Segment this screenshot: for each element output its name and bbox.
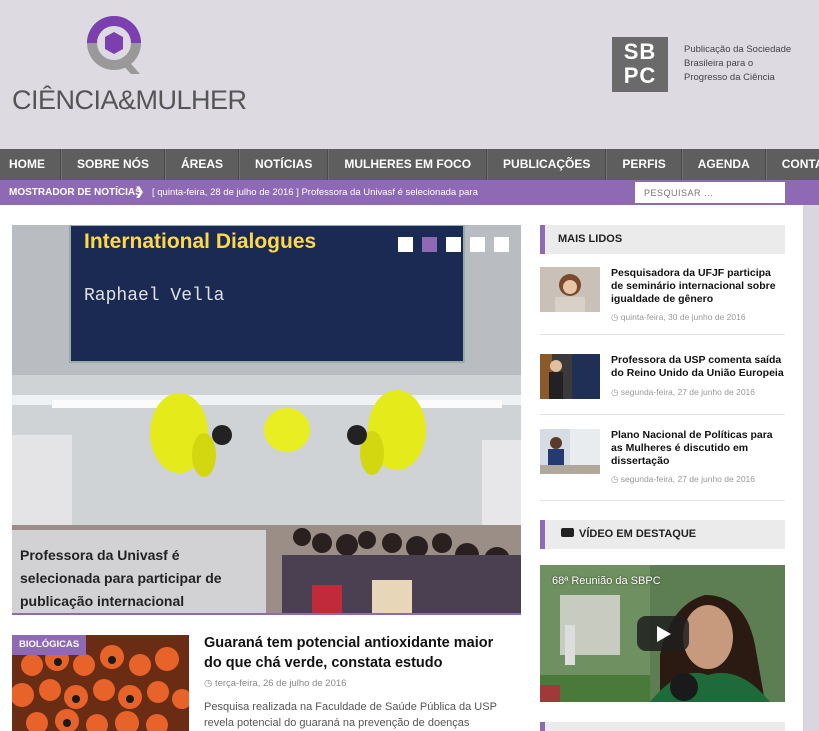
list-item[interactable]: Professora da USP comenta saída do Reino… [540, 354, 785, 400]
list-item-date: ◷ segunda-feira, 27 de junho de 2016 [611, 387, 755, 398]
article-title[interactable]: Guaraná tem potencial antioxidante maior… [204, 633, 514, 673]
video-player[interactable]: 68ª Reunião da SBPC [540, 565, 785, 702]
article-date-text: terça-feira, 26 de julho de 2016 [214, 678, 347, 689]
nav-item-contato[interactable]: CONTATO [765, 149, 819, 180]
chevron-right-icon: ❯ [135, 186, 145, 198]
video-header-label: VÍDEO EM DESTAQUE [579, 528, 697, 540]
slider-dot-3[interactable] [446, 237, 461, 252]
divider [540, 414, 785, 415]
article-date: ◷ terça-feira, 26 de julho de 2016 [204, 678, 346, 689]
nav-item-noticias[interactable]: NOTÍCIAS [239, 149, 329, 180]
search-input[interactable] [635, 182, 785, 203]
nav-item-publicacoes[interactable]: PUBLICAÇÕES [487, 149, 607, 180]
clock-icon: ◷ [611, 387, 621, 397]
list-item-date-text: quinta-feira, 30 de junho de 2016 [620, 312, 746, 322]
nav-item-mulheres-em-foco[interactable]: MULHERES EM FOCO [328, 149, 488, 180]
main-nav: HOME SOBRE NÓS ÁREAS NOTÍCIAS MULHERES E… [0, 149, 819, 180]
slider-dot-1[interactable] [398, 237, 413, 252]
slide-text-line2: Raphael Vella [84, 286, 225, 306]
thumbnail-image [540, 267, 600, 312]
nav-item-areas[interactable]: ÁREAS [165, 149, 240, 180]
list-item[interactable]: Pesquisadora da UFJF participa de seminá… [540, 267, 785, 325]
list-item-date: ◷ quinta-feira, 30 de junho de 2016 [611, 312, 746, 323]
slide-text-line1: International Dialogues [84, 230, 316, 253]
slider-accent-line [12, 613, 521, 615]
thumbnail-image [540, 429, 600, 474]
play-button[interactable] [637, 616, 689, 651]
sbpc-logo-line1: SB [623, 39, 657, 64]
next-section-header [540, 722, 785, 731]
list-item-title[interactable]: Pesquisadora da UFJF participa de seminá… [611, 267, 786, 306]
ticker-headline[interactable]: [ quinta-feira, 28 de julho de 2016 ] Pr… [152, 180, 478, 205]
sbpc-logo[interactable]: SB PC [612, 37, 668, 92]
sbpc-logo-line2: PC [623, 63, 657, 88]
slider-dot-4[interactable] [470, 237, 485, 252]
article-excerpt: Pesquisa realizada na Faculdade de Saúde… [204, 701, 497, 729]
list-item-title[interactable]: Plano Nacional de Políticas para as Mulh… [611, 429, 786, 468]
thumbnail-image [540, 354, 600, 399]
logo-text: CIÊNCIA&MULHER [12, 85, 247, 115]
video-header: VÍDEO EM DESTAQUE [540, 520, 785, 549]
play-icon [657, 626, 671, 642]
slider-dots [398, 237, 509, 252]
slide-caption[interactable]: Professora da Univasf é selecionada para… [12, 530, 266, 615]
slider-dot-2[interactable] [422, 237, 437, 252]
sbpc-caption: Publicação da Sociedade Brasileira para … [684, 44, 792, 83]
logo-emblem-icon [87, 16, 141, 74]
slider-dot-5[interactable] [494, 237, 509, 252]
mais-lidos-header: MAIS LIDOS [540, 225, 785, 254]
nav-item-perfis[interactable]: PERFIS [606, 149, 682, 180]
list-item-title[interactable]: Professora da USP comenta saída do Reino… [611, 354, 786, 380]
list-item-date-text: segunda-feira, 27 de junho de 2016 [620, 474, 756, 484]
category-badge[interactable]: BIOLÓGICAS [12, 635, 87, 655]
clock-icon: ◷ [204, 678, 215, 689]
nav-item-sobre-nos[interactable]: SOBRE NÓS [61, 149, 166, 180]
ticker-label: MOSTRADOR DE NOTÍCIAS [9, 187, 142, 198]
clock-icon: ◷ [611, 474, 621, 484]
video-caption[interactable]: 68ª Reunião da SBPC [552, 575, 661, 587]
clock-icon: ◷ [611, 312, 621, 322]
site-header: CIÊNCIA&MULHER SB PC Publicação da Socie… [0, 0, 819, 149]
divider [540, 334, 785, 335]
nav-item-home[interactable]: HOME [0, 149, 61, 180]
list-item-date-text: segunda-feira, 27 de junho de 2016 [620, 387, 756, 397]
list-item[interactable]: Plano Nacional de Políticas para as Mulh… [540, 429, 785, 487]
list-item-date: ◷ segunda-feira, 27 de junho de 2016 [611, 474, 755, 485]
youtube-icon [561, 527, 574, 537]
divider [540, 500, 785, 501]
nav-item-agenda[interactable]: AGENDA [681, 149, 766, 180]
